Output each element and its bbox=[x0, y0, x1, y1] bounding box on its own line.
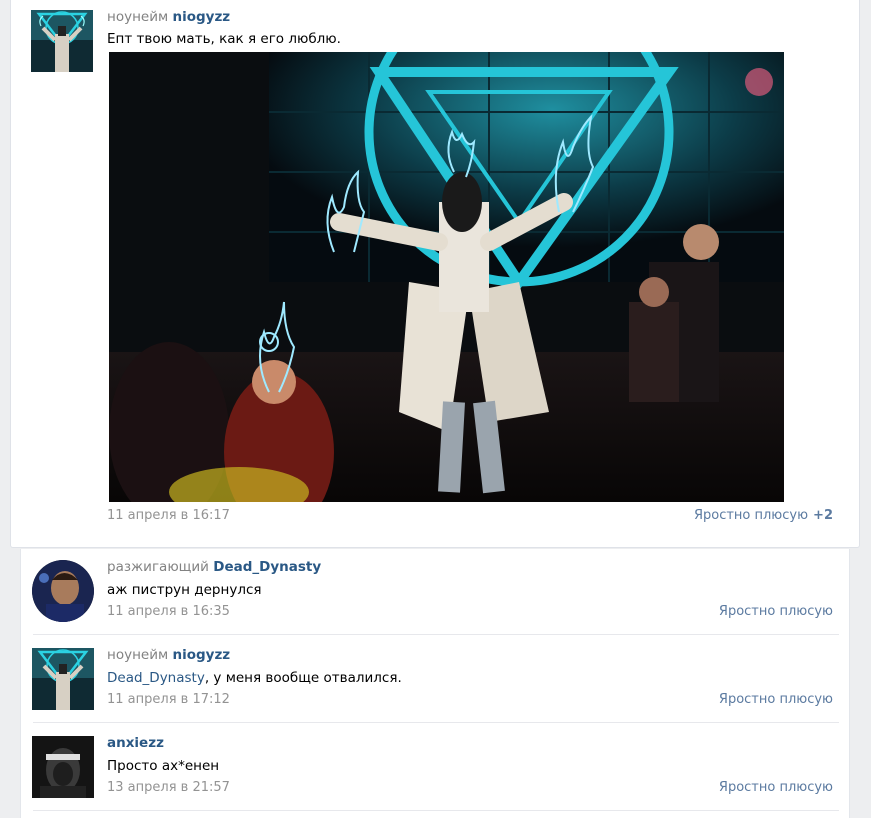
comment-like-button[interactable]: Яростно плюсую bbox=[719, 692, 833, 707]
comment-author-name[interactable]: Dead_Dynasty bbox=[213, 559, 321, 575]
comment-text: Dead_Dynasty, у меня вообще отвалился. bbox=[107, 670, 402, 686]
comment-like-button[interactable]: Яростно плюсую bbox=[719, 780, 833, 795]
comment-avatar-niogyzz[interactable] bbox=[32, 648, 94, 710]
comment-text-body: , у меня вообще отвалился. bbox=[204, 670, 402, 686]
post-author-avatar[interactable] bbox=[31, 10, 93, 72]
comment-author-name[interactable]: anxiezz bbox=[107, 735, 164, 751]
post-author-rank: ноунейм bbox=[107, 9, 169, 25]
comment-date[interactable]: 11 апреля в 16:35 bbox=[107, 604, 230, 619]
post-author-line: ноунейм niogyzz bbox=[107, 9, 230, 25]
comment-author-rank: разжигающий bbox=[107, 559, 209, 575]
comment-author-line: ноунейм niogyzz bbox=[107, 647, 230, 663]
comment-author-line: anxiezz bbox=[107, 735, 164, 751]
post-like-label: Яростно плюсую bbox=[693, 508, 809, 523]
comment-author-name[interactable]: niogyzz bbox=[172, 647, 230, 663]
comment-avatar-dead-dynasty[interactable] bbox=[32, 560, 94, 622]
comment-divider bbox=[33, 722, 839, 723]
comment-author-line: разжигающий Dead_Dynasty bbox=[107, 559, 321, 575]
comment-divider bbox=[33, 810, 839, 811]
post-author-name[interactable]: niogyzz bbox=[172, 9, 230, 25]
post-date[interactable]: 11 апреля в 16:17 bbox=[107, 508, 230, 523]
post-card: ноунейм niogyzz Епт твою мать, как я его… bbox=[10, 0, 860, 548]
comment-date[interactable]: 13 апреля в 21:57 bbox=[107, 780, 230, 795]
comment-text: Просто ах*енен bbox=[107, 758, 220, 774]
comment-divider bbox=[33, 634, 839, 635]
comment-date[interactable]: 11 апреля в 17:12 bbox=[107, 692, 230, 707]
comment-text: аж пиструн дернулся bbox=[107, 582, 262, 598]
comment-mention-link[interactable]: Dead_Dynasty bbox=[107, 670, 205, 686]
concert-photo bbox=[109, 52, 784, 502]
post-text: Епт твою мать, как я его люблю. bbox=[107, 31, 341, 47]
comments-list: разжигающий Dead_Dynasty аж пиструн дерн… bbox=[20, 549, 850, 818]
post-like-count: +2 bbox=[813, 508, 833, 523]
comment-avatar-anxiezz[interactable] bbox=[32, 736, 94, 798]
comment-like-button[interactable]: Яростно плюсую bbox=[719, 604, 833, 619]
comment-author-rank: ноунейм bbox=[107, 647, 169, 663]
post-photo[interactable] bbox=[109, 52, 784, 502]
post-like-button[interactable]: Яростно плюсую +2 bbox=[694, 508, 833, 523]
